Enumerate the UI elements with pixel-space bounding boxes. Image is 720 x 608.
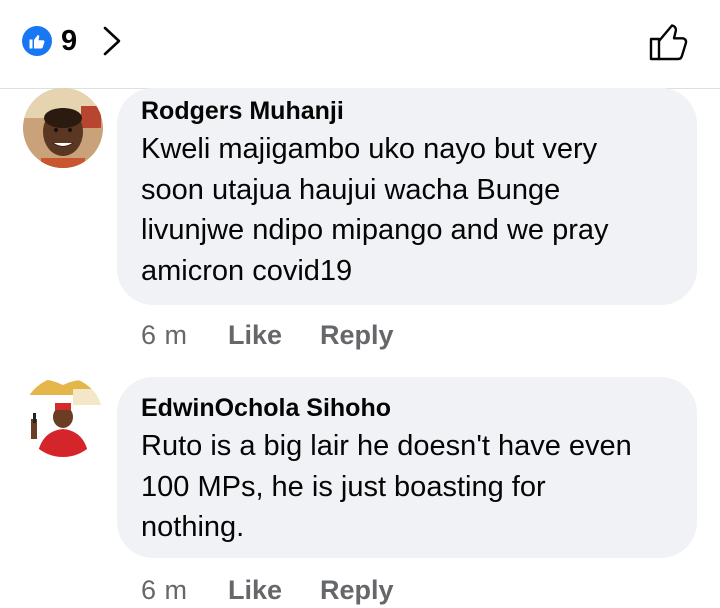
avatar[interactable] [23,88,103,168]
comment-bubble: EdwinOchola Sihoho Ruto is a big lair he… [117,377,697,558]
reply-button[interactable]: Reply [320,318,394,352]
comment-author[interactable]: EdwinOchola Sihoho [141,393,673,423]
comment-actions: 6 m Like Reply [141,573,441,607]
comment-text: Kweli majigambo uko nayo but very soon u… [141,133,609,287]
comment-author[interactable]: Rodgers Muhanji [141,96,673,126]
comment-actions: 6 m Like Reply [141,318,441,352]
comment-timestamp: 6 m [141,320,188,350]
thumbs-up-outline-icon[interactable] [647,20,691,64]
comment-timestamp: 6 m [141,575,188,605]
reactions-header: 9 [0,0,720,89]
avatar[interactable] [23,377,103,457]
reply-button[interactable]: Reply [320,573,394,607]
like-button[interactable]: Like [228,573,282,607]
like-button[interactable]: Like [228,318,282,352]
chevron-right-icon[interactable] [101,25,123,57]
comment-bubble: Rodgers Muhanji Kweli majigambo uko nayo… [117,88,697,305]
like-reaction-icon[interactable] [22,26,52,56]
comments-screen: 9 Rodgers Muhanji Kweli majigambo uko na… [0,0,720,608]
comment-text: Ruto is a big lair he doesn't have even … [141,430,632,543]
reaction-count[interactable]: 9 [61,24,77,58]
